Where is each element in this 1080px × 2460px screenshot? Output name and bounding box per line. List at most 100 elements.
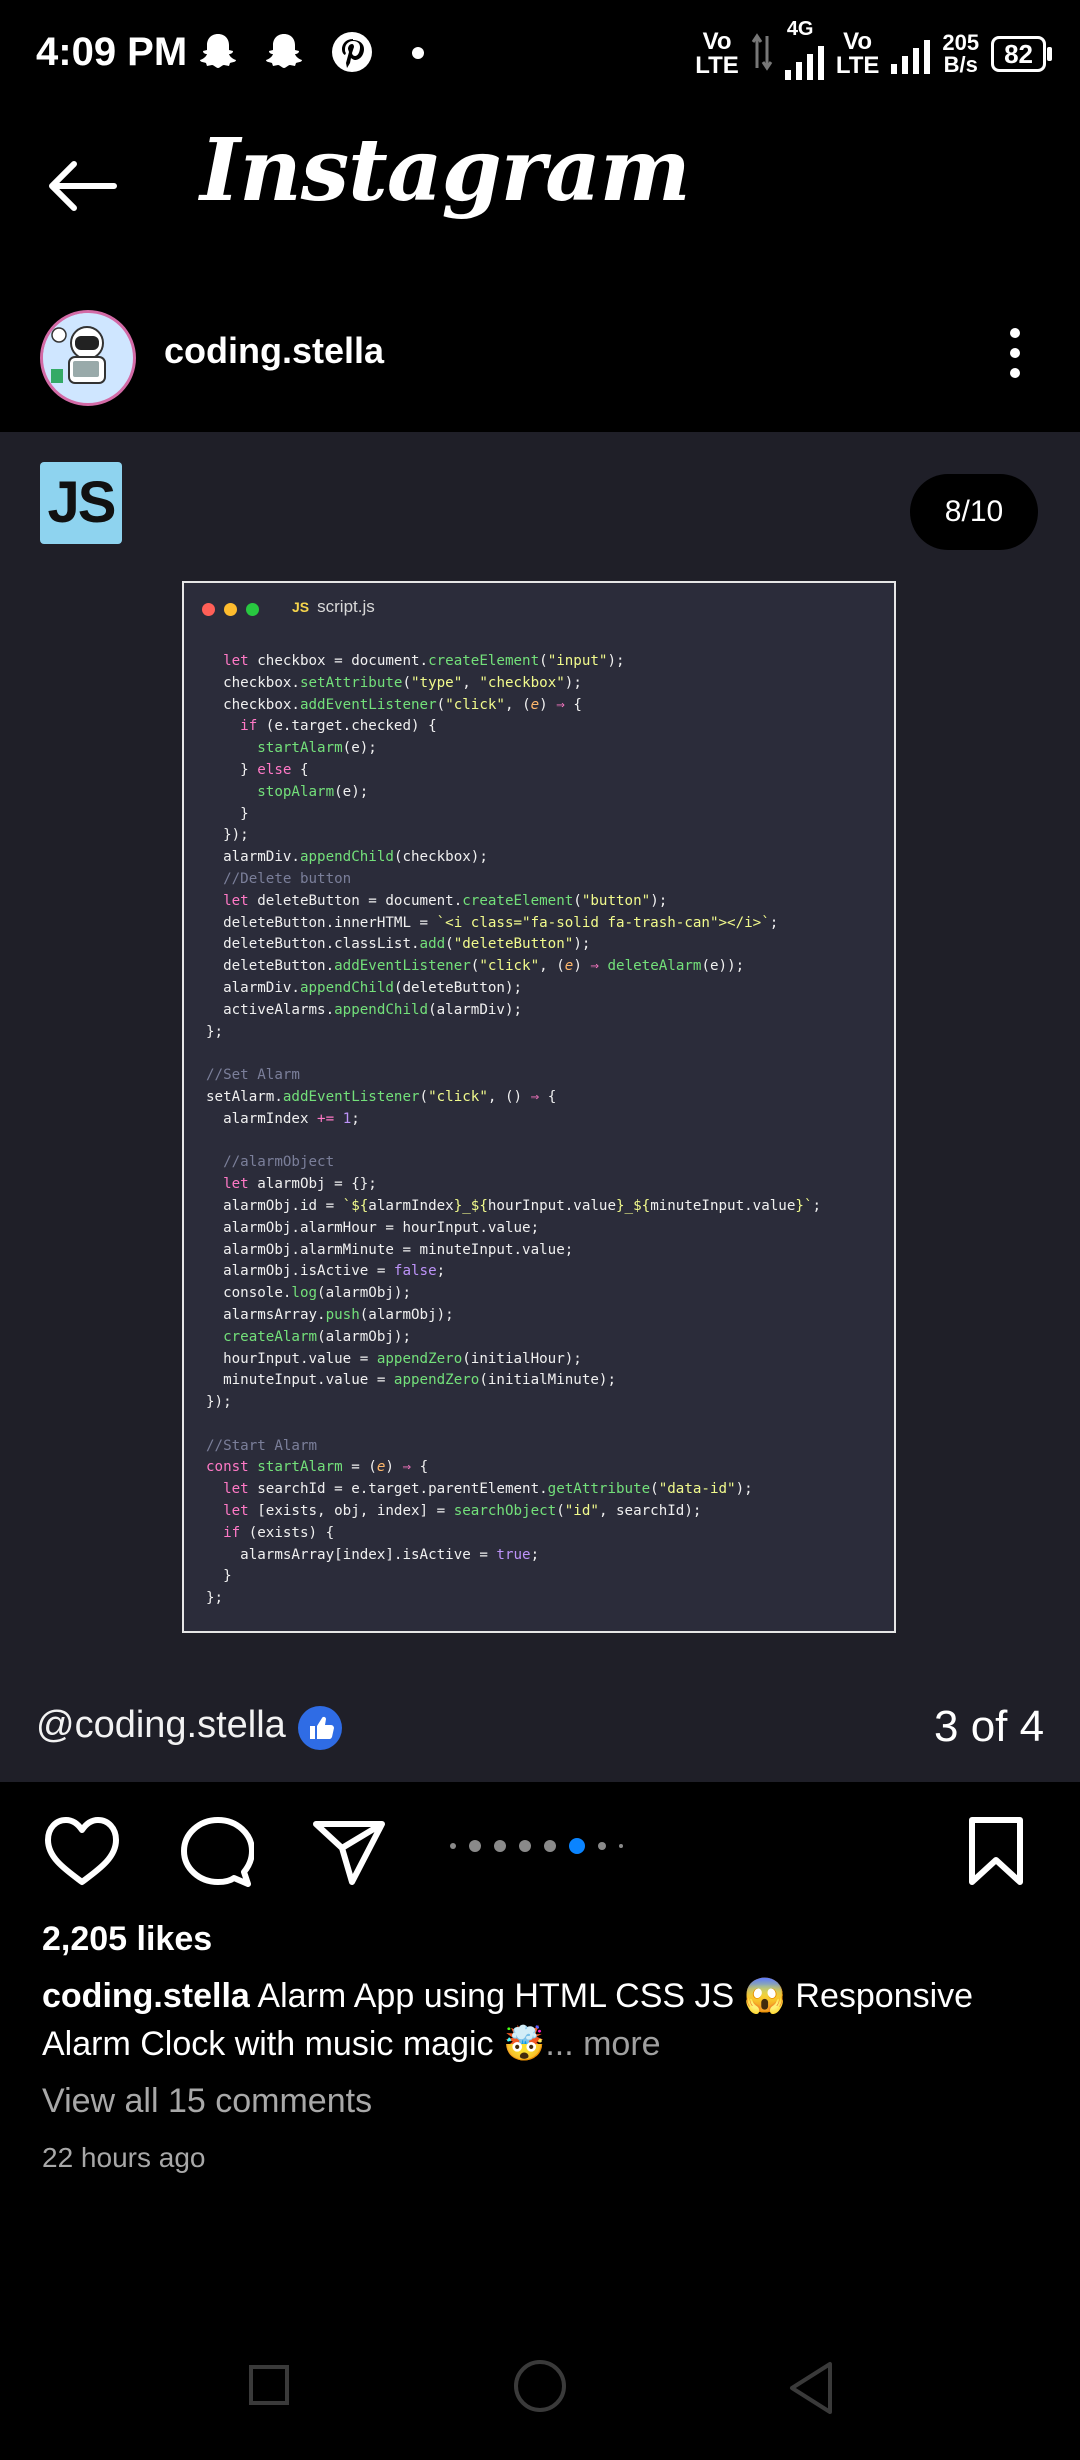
code-line: alarmObj.alarmHour = hourInput.value;	[206, 1219, 540, 1236]
avatar[interactable]	[40, 310, 136, 406]
minimize-dot-icon	[224, 603, 237, 616]
code-line: alarmDiv.appendChild(checkbox);	[206, 849, 488, 866]
code-line: //Delete button	[206, 870, 352, 887]
view-comments-link[interactable]: View all 15 comments	[42, 2082, 372, 2121]
speed-unit: B/s	[943, 52, 978, 77]
like-heart-icon[interactable]	[44, 1816, 120, 1893]
carousel-dots	[450, 1838, 623, 1854]
carousel-dot	[598, 1842, 606, 1850]
code-line: activeAlarms.appendChild(alarmDiv);	[206, 1001, 523, 1018]
likes-count[interactable]: 2,205 likes	[42, 1920, 212, 1959]
code-line: }	[206, 1568, 232, 1585]
more-vertical-icon[interactable]	[1000, 328, 1030, 384]
code-line: minuteInput.value = appendZero(initialMi…	[206, 1372, 617, 1389]
code-line: //Set Alarm	[206, 1067, 300, 1084]
watermark-handle: @coding.stella	[36, 1704, 286, 1746]
code-line: checkbox.addEventListener("click", (e) ⇒…	[206, 696, 582, 713]
code-line: };	[206, 1023, 224, 1040]
caption-more-link[interactable]: ... more	[545, 2025, 660, 2063]
carousel-dot	[619, 1844, 623, 1848]
code-line: stopAlarm(e);	[257, 783, 369, 800]
code-line: const startAlarm = (e) ⇒ {	[206, 1459, 429, 1476]
status-bar: 4:09 PM Vo LTE 4G Vo LTE 205 B/s 82	[0, 0, 1080, 108]
code-line: deleteButton.classList.add("deleteButton…	[206, 936, 591, 953]
thumbs-up-icon	[298, 1706, 342, 1750]
volte-icon: Vo LTE	[836, 30, 880, 78]
code-line: let alarmObj = {};	[206, 1176, 377, 1193]
code-line: });	[206, 827, 249, 844]
code-line: alarmObj.id = `${alarmIndex}_${hourInput…	[206, 1197, 822, 1214]
code-line: let checkbox = document.createElement("i…	[206, 653, 625, 669]
code-line: } else {	[206, 761, 309, 778]
post-timestamp: 22 hours ago	[42, 2142, 206, 2173]
code-block: let checkbox = document.createElement("i…	[206, 651, 821, 1610]
code-line: alarmsArray[index].isActive = true;	[206, 1546, 540, 1563]
back-icon[interactable]	[786, 2360, 836, 2421]
code-line: createAlarm(alarmObj);	[223, 1328, 412, 1345]
app-title: Instagram	[200, 120, 691, 221]
network-type: 4G	[786, 18, 814, 40]
comment-icon[interactable]	[178, 1816, 255, 1893]
file-tab: JS script.js	[292, 597, 375, 617]
speed-value: 205	[942, 30, 980, 55]
back-arrow-icon[interactable]	[46, 160, 118, 217]
volte-top: Vo	[843, 28, 873, 55]
post-caption: coding.stella Alarm App using HTML CSS J…	[42, 1972, 1042, 2068]
code-line: //alarmObject	[206, 1154, 335, 1171]
code-line: alarmDiv.appendChild(deleteButton);	[206, 979, 523, 996]
network-speed: 205 B/s	[942, 32, 979, 76]
volte-icon: Vo LTE	[695, 30, 739, 78]
code-line: let [exists, obj, index] = searchObject(…	[206, 1503, 702, 1520]
volte-top: Vo	[702, 28, 732, 55]
post-username[interactable]: coding.stella	[164, 330, 384, 372]
snapchat-icon	[262, 30, 306, 79]
carousel-dot	[519, 1840, 531, 1852]
code-line: let deleteButton = document.createElemen…	[206, 892, 668, 909]
code-line: deleteButton.innerHTML = `<i class="fa-s…	[206, 914, 779, 931]
code-line: setAlarm.addEventListener("click", () ⇒ …	[206, 1088, 557, 1105]
signal-icon	[891, 34, 931, 74]
close-dot-icon	[202, 603, 215, 616]
code-line: //Start Alarm	[206, 1437, 318, 1454]
code-line: if (e.target.checked) {	[240, 718, 437, 735]
code-line: alarmObj.isActive = false;	[206, 1263, 446, 1280]
status-time: 4:09 PM	[36, 30, 188, 74]
volte-bottom: LTE	[835, 52, 880, 79]
signal-4g-icon: 4G	[784, 18, 824, 80]
data-arrows-icon	[751, 32, 773, 77]
code-line: let searchId = e.target.parentElement.ge…	[206, 1481, 753, 1498]
code-line: checkbox.setAttribute("type", "checkbox"…	[206, 674, 582, 691]
code-line: alarmsArray.push(alarmObj);	[206, 1306, 454, 1323]
save-bookmark-icon[interactable]	[966, 1816, 1026, 1893]
share-send-icon[interactable]	[312, 1816, 388, 1893]
js-logo-badge: JS	[40, 462, 122, 544]
code-line: if (exists) {	[206, 1524, 335, 1541]
page-indicator-text: 3 of 4	[934, 1702, 1045, 1751]
volte-bottom: LTE	[695, 52, 739, 79]
caption-username[interactable]: coding.stella	[42, 1977, 250, 2015]
carousel-dot	[544, 1840, 556, 1852]
code-line: startAlarm(e);	[257, 740, 377, 757]
code-line: console.log(alarmObj);	[206, 1285, 412, 1302]
battery-icon: 82	[991, 36, 1052, 72]
status-right: Vo LTE 4G Vo LTE 205 B/s 82	[695, 18, 1052, 80]
home-icon[interactable]	[514, 2360, 566, 2412]
code-line: alarmObj.alarmMinute = minuteInput.value…	[206, 1241, 574, 1258]
slide-counter: 8/10	[910, 474, 1038, 550]
code-line: }	[206, 805, 249, 822]
code-line: hourInput.value = appendZero(initialHour…	[206, 1350, 582, 1367]
carousel-dot-active	[569, 1838, 585, 1854]
file-name: script.js	[317, 597, 375, 616]
code-line: };	[206, 1590, 224, 1607]
maximize-dot-icon	[246, 603, 259, 616]
code-line: deleteButton.addEventListener("click", (…	[206, 958, 745, 975]
recent-apps-icon[interactable]	[249, 2365, 289, 2405]
carousel-dot	[450, 1843, 456, 1849]
carousel-dot	[469, 1840, 481, 1852]
code-line: alarmIndex += 1;	[206, 1110, 360, 1127]
code-line: });	[206, 1394, 232, 1411]
pinterest-icon	[330, 30, 374, 79]
carousel-dot	[494, 1840, 506, 1852]
